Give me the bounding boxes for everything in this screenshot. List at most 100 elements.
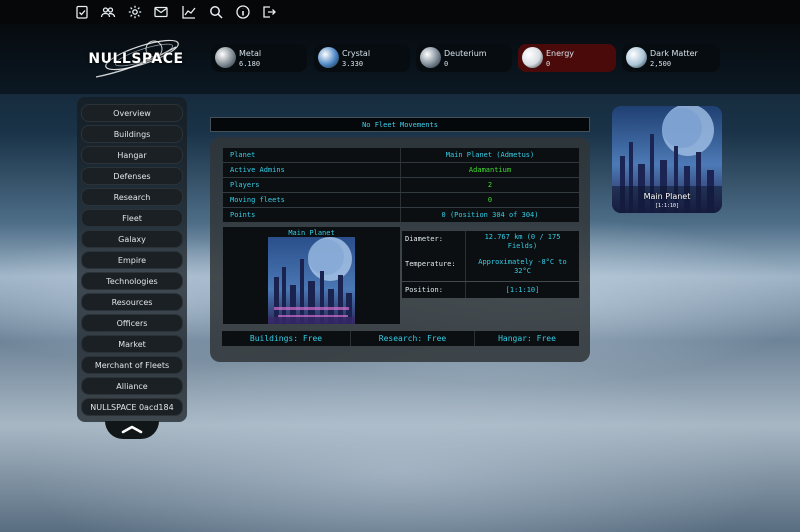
planet-detail-row: Temperature: Approximately -8°C to 32°C (402, 256, 579, 281)
resource-value: 0 (444, 60, 449, 68)
sidebar-item-label: Empire (117, 255, 147, 265)
gear-icon[interactable] (127, 4, 143, 20)
sidebar-item-galaxy[interactable]: Galaxy (81, 230, 183, 248)
resource-metal[interactable]: Metal 6.180 (211, 44, 307, 72)
overview-row: Players 2 (223, 178, 579, 192)
resource-name: Energy (546, 49, 575, 58)
planet-image-title: Main Planet (288, 229, 335, 237)
resource-name: Crystal (342, 49, 371, 58)
detail-label: Diameter: (405, 235, 443, 243)
buildings-status: Buildings: Free (249, 334, 323, 343)
sidebar-item-merchant-of-fleets[interactable]: Merchant of Fleets (81, 356, 183, 374)
row-value: Adamantium (468, 166, 512, 174)
sidebar-item-research[interactable]: Research (81, 188, 183, 206)
sidebar-item-label: Research (113, 192, 151, 202)
sidebar-item-hangar[interactable]: Hangar (81, 146, 183, 164)
row-value: 2 (487, 181, 493, 189)
row-label: Active Admins (230, 166, 285, 174)
sidebar-item-defenses[interactable]: Defenses (81, 167, 183, 185)
planet-selector-card[interactable]: Main Planet [1:1:10] (612, 106, 722, 213)
planet-detail-row: Position: [1:1:10] (402, 282, 579, 298)
dark-matter-icon (626, 47, 647, 68)
detail-value: [1:1:10] (468, 286, 577, 295)
sidebar-item-label: Fleet (122, 213, 142, 223)
sidebar-item-label: Officers (116, 318, 148, 328)
fleet-movements-bar: No Fleet Movements (210, 117, 590, 132)
crystal-icon (318, 47, 339, 68)
sidebar-item-label: Hangar (117, 150, 147, 160)
sidebar-item-label: NULLSPACE 0acd184 (90, 402, 174, 412)
mail-icon[interactable] (153, 4, 169, 20)
resource-value: 2,500 (650, 60, 672, 68)
top-toolbar (0, 0, 800, 24)
detail-label: Temperature: (405, 260, 456, 268)
detail-divider (465, 256, 466, 281)
planet-card-name: Main Planet (643, 192, 691, 201)
sidebar-item-resources[interactable]: Resources (81, 293, 183, 311)
search-icon[interactable] (208, 4, 224, 20)
sidebar-item-buildings[interactable]: Buildings (81, 125, 183, 143)
detail-value-line: 32°C (514, 267, 531, 275)
sidebar-item-market[interactable]: Market (81, 335, 183, 353)
resource-energy[interactable]: Energy 0 (518, 44, 616, 72)
sidebar-item-label: Resources (111, 297, 153, 307)
nullspace-logo[interactable]: NULLSPACE (88, 31, 184, 87)
detail-value-line: 12.767 km (0 / 175 (484, 233, 561, 241)
overview-row: Active Admins Adamantium (223, 163, 579, 177)
detail-divider (465, 231, 466, 256)
sidebar-item-label: Alliance (116, 381, 148, 391)
resource-name: Dark Matter (650, 49, 698, 58)
planet-detail-row: Diameter: 12.767 km (0 / 175 Fields) (402, 231, 579, 256)
detail-value-line: Approximately -8°C to (478, 258, 567, 266)
sidebar-item-technologies[interactable]: Technologies (81, 272, 183, 290)
overview-row: Points 0 (Position 304 of 304) (223, 208, 579, 222)
row-value: 0 (Position 304 of 304) (441, 211, 539, 219)
resource-name: Metal (239, 49, 262, 58)
sidebar-item-overview[interactable]: Overview (81, 104, 183, 122)
resource-name: Deuterium (444, 49, 487, 58)
row-label: Planet (230, 151, 256, 159)
sidebar-item-alliance[interactable]: Alliance (81, 377, 183, 395)
sidebar-item-label: Defenses (113, 171, 151, 181)
sidebar-collapse-button[interactable] (105, 421, 159, 439)
row-label: Players (230, 181, 260, 189)
research-status: Research: Free (378, 334, 447, 343)
row-label: Moving fleets (230, 196, 285, 204)
resource-value: 3.330 (342, 60, 364, 68)
clipboard-check-icon[interactable] (74, 4, 90, 20)
planet-card-coords: [1:1:10] (654, 203, 680, 209)
sidebar-item-label: Market (118, 339, 146, 349)
queue-status-bar: Buildings: Free Research: Free Hangar: F… (222, 331, 579, 346)
resource-value: 6.180 (239, 60, 261, 68)
energy-icon (522, 47, 543, 68)
sidebar-item-label: Galaxy (118, 234, 146, 244)
resource-dark-matter[interactable]: Dark Matter 2,500 (622, 44, 720, 72)
deuterium-icon (420, 47, 441, 68)
planet-image[interactable] (268, 237, 355, 324)
sidebar-item-nullspace-0acd184[interactable]: NULLSPACE 0acd184 (81, 398, 183, 416)
chart-line-icon[interactable] (181, 4, 197, 20)
row-label: Points (230, 211, 256, 219)
logout-icon[interactable] (261, 4, 277, 20)
chevron-up-icon (121, 425, 143, 434)
sidebar-item-label: Technologies (106, 276, 158, 286)
hangar-status: Hangar: Free (498, 334, 556, 343)
row-value: 0 (487, 196, 493, 204)
users-icon[interactable] (100, 4, 116, 20)
overview-row: Planet Main Planet (Admetus) (223, 148, 579, 162)
resource-deuterium[interactable]: Deuterium 0 (416, 44, 512, 72)
sidebar-item-fleet[interactable]: Fleet (81, 209, 183, 227)
detail-divider (465, 282, 466, 298)
sidebar-item-empire[interactable]: Empire (81, 251, 183, 269)
metal-icon (215, 47, 236, 68)
detail-value: Approximately -8°C to 32°C (468, 258, 577, 276)
sidebar-item-officers[interactable]: Officers (81, 314, 183, 332)
detail-value-line: [1:1:10] (505, 286, 540, 294)
row-value: Main Planet (Admetus) (445, 151, 535, 159)
detail-label: Position: (405, 286, 443, 294)
sidebar-item-label: Buildings (113, 129, 151, 139)
detail-value-line: Fields) (507, 242, 538, 250)
sidebar-item-label: Merchant of Fleets (94, 360, 170, 370)
info-icon[interactable] (235, 4, 251, 20)
resource-crystal[interactable]: Crystal 3.330 (314, 44, 410, 72)
